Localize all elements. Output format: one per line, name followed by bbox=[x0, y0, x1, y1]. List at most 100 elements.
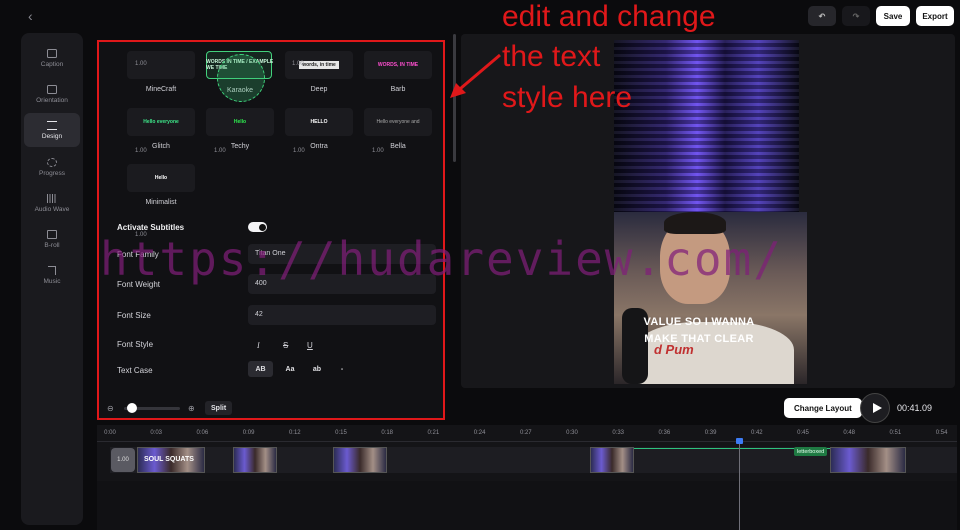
timeline-tick: 0:48 bbox=[843, 430, 856, 436]
style-name: Minimalist bbox=[145, 199, 177, 206]
timeline-tick: 0:42 bbox=[750, 430, 763, 436]
lowercase-button[interactable]: ab bbox=[306, 361, 328, 377]
orientation-icon bbox=[47, 84, 57, 94]
style-preview: words, in time bbox=[299, 61, 339, 69]
italic-button[interactable]: I bbox=[257, 341, 260, 350]
sidebar-item-orientation[interactable]: Orientation bbox=[24, 77, 80, 111]
activate-subtitles-label: Activate Subtitles bbox=[117, 223, 185, 232]
timeline-clip[interactable] bbox=[233, 447, 277, 473]
style-preview: Hello everyone and bbox=[376, 119, 420, 125]
redo-button[interactable]: ↷ bbox=[842, 6, 870, 26]
style-preview: Hello bbox=[154, 175, 168, 181]
sidebar-item-b-roll[interactable]: B-roll bbox=[24, 222, 80, 256]
sidebar-item-label: Music bbox=[43, 277, 61, 285]
sidebar-item-progress[interactable]: Progress bbox=[24, 150, 80, 184]
timeline-tick: 0:30 bbox=[566, 430, 578, 436]
caption-icon bbox=[47, 48, 57, 58]
video-track[interactable]: SOUL SQUATS 1.00 bbox=[110, 447, 957, 473]
style-name: Ontra bbox=[310, 143, 328, 150]
sidebar-item-music[interactable]: Music bbox=[24, 258, 80, 292]
text-case-label: Text Case bbox=[117, 366, 153, 375]
sidebar-item-label: Progress bbox=[38, 169, 65, 177]
timeline-tick: 0:39 bbox=[704, 430, 717, 436]
timeline-tick: 0:18 bbox=[381, 430, 394, 436]
annotation-line-3: style here bbox=[502, 81, 633, 114]
playback-time: 00:41.09 bbox=[897, 403, 933, 413]
style-name: Bella bbox=[390, 143, 406, 150]
style-duration: 1.00 bbox=[135, 61, 147, 67]
style-tile-ontra[interactable]: HELLO bbox=[285, 108, 353, 136]
clip-speed-label[interactable]: 1.00 bbox=[111, 448, 135, 472]
underline-button[interactable]: U bbox=[307, 341, 313, 350]
speaker-shirt: d Pum bbox=[634, 322, 794, 384]
strikethrough-button[interactable]: S bbox=[283, 341, 288, 350]
sidebar-item-caption[interactable]: Caption bbox=[24, 41, 80, 75]
sidebar-item-label: Orientation bbox=[36, 96, 68, 104]
playhead[interactable] bbox=[739, 441, 740, 530]
save-button[interactable]: Save bbox=[876, 6, 910, 26]
style-name: MineCraft bbox=[145, 86, 177, 93]
style-duration: 1.00 bbox=[292, 61, 304, 67]
font-size-label: Font Size bbox=[117, 311, 151, 320]
style-name: Barb bbox=[390, 86, 406, 93]
timeline-tick: 0:00 bbox=[104, 430, 116, 436]
style-tile-glitch[interactable]: Hello everyone bbox=[127, 108, 195, 136]
watermark: https://hudareview.com/ bbox=[100, 232, 783, 286]
sidebar-item-design[interactable]: Design bbox=[24, 113, 80, 147]
font-size-input[interactable]: 42 bbox=[248, 305, 436, 325]
sidebar-item-label: Audio Wave bbox=[34, 205, 70, 213]
timeline-tick: 0:21 bbox=[427, 430, 440, 436]
timeline-clip[interactable]: SOUL SQUATS bbox=[137, 447, 205, 473]
letterboxed-badge: letterboxed bbox=[794, 447, 828, 456]
style-preview: Hello everyone bbox=[143, 119, 179, 125]
annotation-arrow-icon bbox=[450, 53, 501, 98]
split-button[interactable]: Split bbox=[205, 401, 233, 415]
timeline-tick: 0:54 bbox=[935, 430, 948, 436]
style-tile-minimalist[interactable]: Hello bbox=[127, 164, 195, 192]
timeline-clip[interactable] bbox=[590, 447, 634, 473]
style-name: Deep bbox=[310, 86, 328, 93]
style-preview: WORDS, IN TIME bbox=[377, 62, 419, 68]
zoom-slider-handle[interactable] bbox=[126, 403, 137, 413]
ruler-line bbox=[97, 441, 957, 442]
timeline[interactable]: 0:00 0:03 0:06 0:09 0:12 0:15 0:18 0:21 0:24 0:27… bbox=[97, 425, 957, 530]
uppercase-button[interactable]: AB bbox=[248, 361, 273, 377]
cursor-click-indicator bbox=[217, 54, 265, 102]
timeline-tick: 0:24 bbox=[473, 430, 486, 436]
timeline-tick: 0:51 bbox=[889, 430, 902, 436]
timeline-tick: 0:27 bbox=[519, 430, 532, 436]
export-button[interactable]: Export bbox=[916, 6, 954, 26]
clip-title: SOUL SQUATS bbox=[144, 456, 194, 463]
style-tile-barb[interactable]: WORDS, IN TIME bbox=[364, 51, 432, 79]
style-name: Techy bbox=[230, 143, 250, 150]
style-tile-techy[interactable]: Hello bbox=[206, 108, 274, 136]
titlecase-button[interactable]: Aa bbox=[279, 361, 301, 377]
change-layout-button[interactable]: Change Layout bbox=[784, 398, 862, 418]
timeline-tick: 0:09 bbox=[242, 430, 255, 436]
undo-button[interactable]: ↶ bbox=[808, 6, 836, 26]
speaker-hair bbox=[664, 212, 726, 234]
font-style-label: Font Style bbox=[117, 340, 154, 349]
timeline-clip[interactable] bbox=[333, 447, 387, 473]
zoom-out-icon[interactable]: ⊖ bbox=[107, 404, 114, 413]
play-button[interactable] bbox=[860, 393, 890, 423]
timeline-tick: 0:12 bbox=[288, 430, 301, 436]
timeline-tick: 0:45 bbox=[797, 430, 809, 436]
annotation-line-2: the text bbox=[502, 40, 601, 73]
timeline-tick: 0:33 bbox=[612, 430, 625, 436]
zoom-in-icon[interactable]: ⊕ bbox=[188, 404, 195, 413]
no-case-button[interactable]: - bbox=[335, 361, 349, 377]
style-tile-bella[interactable]: Hello everyone and bbox=[364, 108, 432, 136]
music-icon bbox=[48, 265, 56, 275]
sidebar-item-label: Caption bbox=[40, 60, 64, 68]
audio-track[interactable] bbox=[97, 481, 957, 530]
subtitle-line-1: VALUE SO I WANNA bbox=[643, 316, 755, 328]
timeline-clip[interactable] bbox=[830, 447, 906, 473]
style-preview: Hello bbox=[233, 119, 247, 125]
timeline-tick: 0:36 bbox=[658, 430, 671, 436]
sidebar-item-audio-wave[interactable]: Audio Wave bbox=[24, 186, 80, 220]
playhead-handle[interactable] bbox=[736, 438, 743, 444]
timeline-tick: 0:06 bbox=[196, 430, 209, 436]
activate-subtitles-toggle[interactable] bbox=[248, 222, 267, 232]
back-icon[interactable]: ‹ bbox=[28, 8, 33, 24]
